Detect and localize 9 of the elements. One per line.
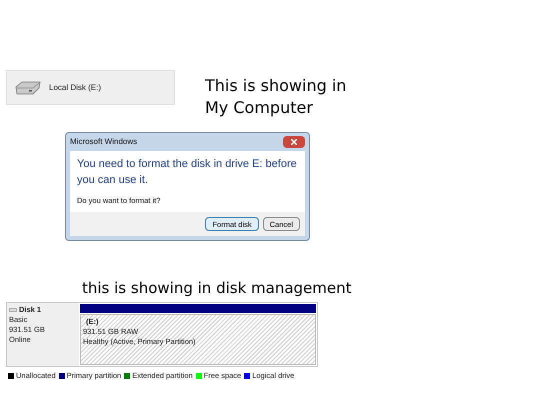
close-icon <box>291 139 297 145</box>
hard-drive-icon <box>15 80 41 94</box>
close-button[interactable] <box>283 136 305 148</box>
drive-label: Local Disk (E:) <box>49 82 102 94</box>
drive-tile[interactable]: Local Disk (E:) <box>6 70 175 105</box>
dialog-title: Microsoft Windows <box>70 136 138 148</box>
annotation: this is showing in disk management <box>82 279 353 298</box>
annotation: This is showing in My Computer <box>205 75 348 119</box>
dialog-message: You need to format the disk in drive E: before you can use it. <box>77 157 297 188</box>
